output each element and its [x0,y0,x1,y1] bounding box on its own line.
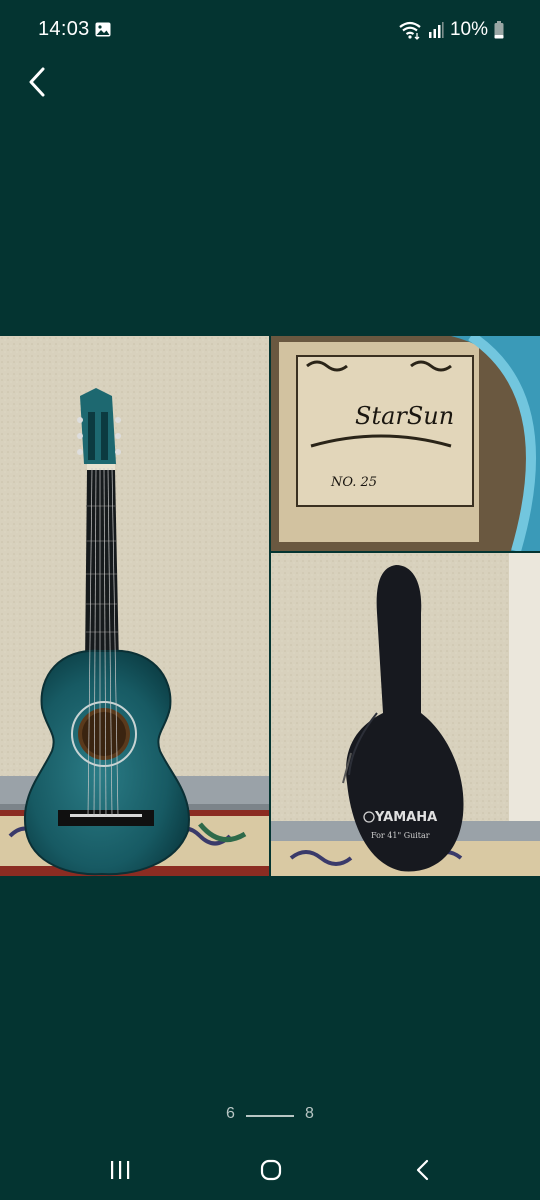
wifi-icon [399,21,421,40]
back-button[interactable] [22,62,58,102]
status-right: 10% [398,18,504,42]
guitar-label-image: StarSun NO. 25 [271,336,540,551]
battery-percent: 10% [449,19,488,40]
back-nav-icon [416,1159,429,1181]
label-photo[interactable]: StarSun NO. 25 [271,336,540,551]
status-time: 14:03 [38,18,90,40]
home-icon [260,1159,282,1181]
label-brand-text: StarSun [355,402,454,430]
label-number-text: NO. 25 [330,475,377,490]
guitar-photo[interactable] [0,336,269,876]
bag-brand-text: YAMAHA [374,810,437,825]
gig-bag-photo[interactable]: YAMAHA For 41" Guitar [271,553,540,876]
recent-apps-icon [111,1161,130,1179]
photo-collage[interactable]: StarSun NO. 25 YAMAHA For 41" Guitar [0,336,540,876]
total-pages: 8 [305,1105,314,1122]
guitar-image [0,336,269,876]
bag-subtitle-text: For 41" Guitar [371,831,430,840]
page-indicator: 6 8 [0,1105,540,1127]
gallery-icon [95,22,111,37]
status-bar: 14:03 10% [0,0,540,60]
signal-icon [428,22,444,38]
gig-bag-image: YAMAHA For 41" Guitar [271,553,540,876]
battery-icon [494,21,504,39]
recent-apps-button[interactable] [100,1153,140,1187]
navigation-bar [0,1145,540,1195]
home-button[interactable] [251,1153,291,1187]
page-separator [246,1115,294,1117]
back-nav-button[interactable] [403,1153,443,1187]
chevron-left-icon [29,67,45,97]
current-page: 6 [226,1105,235,1122]
